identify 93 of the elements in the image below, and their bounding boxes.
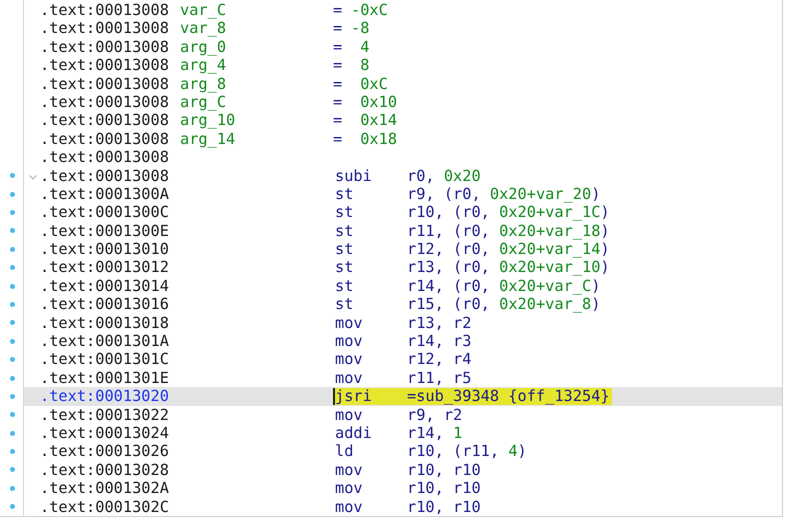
address-label: .text:00013008: [40, 148, 170, 167]
equals-sign: =: [333, 92, 344, 112]
stack-variable-name: arg_C: [180, 92, 228, 112]
stack-variable-offset: -8: [351, 19, 370, 38]
stack-variable-offset: 4: [359, 38, 370, 56]
text-cursor: [333, 388, 335, 405]
collapse-chevron-icon[interactable]: [29, 174, 37, 180]
instruction-operands: r9, r2: [407, 406, 464, 424]
instruction-mnemonic: jsri: [335, 387, 373, 406]
instruction-mnemonic: st: [335, 240, 354, 258]
address-label: .text:0001301C: [40, 350, 170, 369]
instruction-mnemonic: addi: [335, 424, 373, 442]
stack-variable-name: var_8: [180, 19, 228, 38]
stack-variable-offset: -0xC: [351, 1, 388, 20]
address-label: .text:00013028: [40, 460, 170, 480]
address-label: .text:00013008: [40, 38, 170, 56]
instruction-operands: r14, 1: [407, 424, 464, 442]
stack-variable-name: arg_14: [180, 130, 236, 148]
instruction-mnemonic: mov: [335, 368, 364, 388]
instruction-operands: r10, (r0, 0x20+var_1C): [407, 203, 611, 222]
address-label: .text:00013008: [40, 56, 170, 75]
stack-variable-offset: 0x18: [359, 130, 398, 148]
address-label: .text:00013008: [40, 74, 170, 93]
stack-variable-offset: 0x14: [359, 111, 398, 130]
instruction-operands: r11, (r0, 0x20+var_18): [407, 222, 611, 240]
stack-variable-name: arg_8: [180, 74, 228, 93]
address-label: .text:00013016: [40, 295, 170, 314]
address-label: .text:00013008: [40, 130, 170, 148]
instruction-operands: r10, r10: [407, 498, 482, 516]
instruction-mnemonic: st: [335, 184, 354, 204]
address-label: .text:00013024: [40, 424, 170, 442]
equals-sign: =: [333, 74, 344, 93]
address-label: .text:00013008: [40, 111, 170, 130]
instruction-operands: r12, (r0, 0x20+var_14): [407, 240, 611, 258]
address-label: .text:0001300A: [40, 184, 170, 204]
instruction-operands: r14, r3: [407, 332, 472, 350]
instruction-mnemonic: mov: [335, 314, 364, 332]
equals-sign: =: [333, 38, 344, 56]
instruction-mnemonic: mov: [335, 498, 364, 516]
stack-variable-offset: 0x10: [359, 92, 398, 112]
instruction-mnemonic: ld: [335, 442, 354, 461]
instruction-operands: r13, (r0, 0x20+var_10): [407, 258, 611, 277]
equals-sign: =: [333, 111, 344, 130]
instruction-mnemonic: st: [335, 276, 354, 296]
address-label: .text:00013010: [40, 240, 170, 258]
instruction-mnemonic: mov: [335, 406, 364, 424]
address-label: .text:00013008: [40, 92, 170, 112]
instruction-operands: r14, (r0, 0x20+var_C): [407, 276, 602, 296]
instruction-mnemonic: mov: [335, 479, 364, 498]
address-label: .text:00013018: [40, 314, 170, 332]
stack-variable-name: arg_10: [180, 111, 236, 130]
equals-sign: =: [333, 19, 344, 38]
instruction-operands: r11, r5: [407, 368, 472, 388]
instruction-operands: r10, r10: [407, 479, 482, 498]
instruction-operands: r10, (r11, 4): [407, 442, 528, 461]
instruction-mnemonic: st: [335, 222, 354, 240]
address-label: .text:00013012: [40, 258, 170, 277]
instruction-operands: r9, (r0, 0x20+var_20): [407, 184, 602, 204]
instruction-operands: =sub_39348 {off_13254}: [407, 387, 611, 406]
instruction-mnemonic: mov: [335, 460, 364, 480]
address-label: .text:0001302A: [40, 479, 170, 498]
address-label: .text:00013022: [40, 406, 170, 424]
address-label: .text:0001301E: [40, 368, 170, 388]
instruction-operands: r0, 0x20: [407, 166, 482, 185]
stack-variable-name: var_C: [180, 1, 228, 20]
instruction-mnemonic: mov: [335, 350, 364, 369]
address-label: .text:0001300E: [40, 222, 170, 240]
instruction-mnemonic: st: [335, 203, 354, 222]
instruction-operands: r10, r10: [407, 460, 482, 480]
address-label: .text:00013008: [40, 19, 170, 38]
instruction-operands: r12, r4: [407, 350, 472, 369]
instruction-mnemonic: mov: [335, 332, 364, 350]
instruction-mnemonic: st: [335, 295, 354, 314]
instruction-mnemonic: st: [335, 258, 354, 277]
address-label: .text:0001302C: [40, 498, 170, 516]
address-label: .text:00013008: [40, 1, 170, 20]
equals-sign: =: [333, 56, 344, 75]
stack-variable-offset: 8: [359, 56, 370, 75]
address-label: .text:00013014: [40, 276, 170, 296]
stack-variable-offset: 0xC: [359, 74, 388, 93]
instruction-mnemonic: subi: [335, 166, 373, 185]
selected-line-highlight[interactable]: .text:00013020 jsri =sub_39348 {off_13254}: [24, 387, 782, 406]
equals-sign: =: [333, 1, 344, 20]
address-label: .text:0001300C: [40, 203, 170, 222]
instruction-operands: r13, r2: [407, 314, 472, 332]
instruction-operands: r15, (r0, 0x20+var_8): [407, 295, 602, 314]
address-label: .text:0001301A: [40, 332, 170, 350]
stack-variable-name: arg_0: [180, 38, 228, 56]
equals-sign: =: [333, 130, 344, 148]
address-label: .text:00013020: [40, 387, 170, 406]
stack-variable-name: arg_4: [180, 56, 228, 75]
address-label: .text:00013008: [40, 166, 170, 185]
address-label: .text:00013026: [40, 442, 170, 461]
